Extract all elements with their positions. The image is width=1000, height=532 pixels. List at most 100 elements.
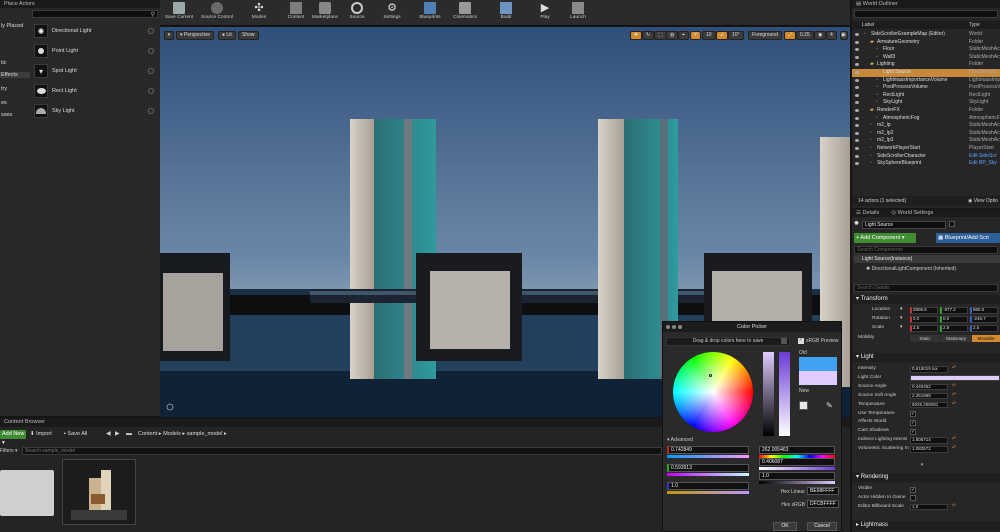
component-instance-row[interactable]: Light Source(Instance) [854,255,1000,263]
place-actors-tab[interactable]: Place Actors [0,0,160,8]
maximize-window-icon[interactable] [678,325,682,329]
category-lights[interactable]: Effects [0,72,30,78]
launch-button[interactable]: Launch [566,1,590,25]
expand-advanced-icon[interactable]: ▾ [912,462,932,468]
property-checkbox[interactable]: ✓ [910,419,916,426]
reset-to-default-icon[interactable]: ↶ [952,436,956,444]
category-geometry[interactable]: try [0,86,30,92]
add-component-button[interactable]: + Add Component ▾ [854,233,916,243]
outliner-row[interactable]: ▰ Lighting Folder [852,61,1000,69]
viewport-menu-button[interactable]: ▾ [164,31,174,40]
actor-rect-light[interactable]: Rect Light [34,82,154,100]
world-outliner-tab[interactable]: ▤ World Outliner [852,0,1000,8]
show-button[interactable]: Show [238,31,259,40]
outliner-row[interactable]: ▫ Wall3 StaticMeshAct [852,54,1000,62]
mobility-stationary[interactable]: Stationary [941,335,971,342]
modes-button[interactable]: ✣ Modes [248,1,270,25]
outliner-row[interactable]: ▫ PostProcessVolume PostProcessV [852,84,1000,92]
blueprints-button[interactable]: Blueprints [416,1,444,25]
lock-checkbox[interactable] [949,221,955,227]
color-picker-titlebar[interactable]: Color Picker [663,322,841,332]
rendering-section[interactable]: ▾ Rendering [852,473,1000,482]
camera-speed-value[interactable]: 4 [826,31,837,40]
visibility-eye-icon[interactable] [855,33,859,36]
source-button[interactable]: Source [346,1,368,25]
blueprint-button[interactable]: ▦ Blueprint/Add Scri [936,233,1000,243]
help-icon[interactable] [148,88,154,94]
property-value[interactable]: 1.806714 [910,437,948,444]
category-basic[interactable]: tic [0,60,30,66]
outliner-row[interactable]: ▫ SkySphereBlueprint Edit BP_Sky [852,160,1000,168]
world-settings-tab[interactable]: ◎ World Settings [891,209,933,217]
place-actors-search[interactable]: ⚲ [32,10,158,18]
visibility-eye-icon[interactable] [855,63,859,67]
mobility-movable[interactable]: Movable [972,335,1000,342]
outliner-row[interactable]: ▰ RenderFX Folder [852,107,1000,115]
breadcrumb-sample-model[interactable]: sample_model [187,431,223,437]
mobility-static[interactable]: Static [910,335,940,342]
actor-spot-light[interactable]: ▾ Spot Light [34,62,154,80]
advanced-toggle[interactable]: ▾ Advanced [667,437,693,443]
rotation-snap-icon[interactable]: ∠ [716,31,729,40]
dropdown-icon[interactable] [781,338,787,344]
marketplace-button[interactable]: Marketplace [310,1,340,25]
reset-to-default-icon[interactable]: ↶ [952,503,956,511]
color-theme-icon[interactable] [799,401,808,410]
visibility-eye-icon[interactable] [855,162,859,166]
rotate-tool[interactable]: ↻ [642,31,655,40]
world-local-toggle[interactable]: ◍ [666,31,679,40]
cancel-button[interactable]: Cancel [807,522,837,531]
visibility-eye-icon[interactable] [855,93,859,97]
property-value[interactable]: 0.440462 [910,383,948,391]
help-icon[interactable] [148,48,154,54]
outliner-row[interactable]: ▫ SideScrollerCharacter Edit SideScr [852,153,1000,161]
search-components-input[interactable]: Search Components [854,246,998,254]
alpha-slider[interactable] [779,352,790,436]
translate-tool[interactable]: ✥ [630,31,643,40]
actor-directional-light[interactable]: ✺ Directional Light [34,22,154,40]
actor-point-light[interactable]: Point Light [34,42,154,60]
save-all-button[interactable]: ▪ Save All [64,430,87,439]
new-color-swatch[interactable] [799,371,837,385]
search-details-input[interactable]: Search Details [854,284,998,292]
visibility-eye-icon[interactable] [855,139,859,143]
maximize-viewport-button[interactable]: ▣ [840,31,848,40]
play-button[interactable]: ▶ Play [534,1,556,25]
visibility-eye-icon[interactable] [855,101,859,105]
outliner-row[interactable]: ▫ Light Source DirectionalLi [852,69,1000,77]
outliner-row[interactable]: ▫ SkyLight SkyLight [852,99,1000,107]
visibility-eye-icon[interactable] [855,48,859,52]
visibility-eye-icon[interactable] [855,116,859,120]
outliner-row[interactable]: ▰ ArmatureGeometry Folder [852,39,1000,47]
ok-button[interactable]: OK [773,522,797,531]
add-new-button[interactable]: Add New ▾ [0,430,26,446]
visibility-eye-icon[interactable] [855,124,859,128]
category-volumes[interactable]: es [0,100,30,106]
visibility-eye-icon[interactable] [855,131,859,135]
visibility-eye-icon[interactable] [855,154,859,158]
srgb-preview-checkbox[interactable]: ✓ [798,338,804,344]
actor-name-input[interactable]: Light Source [862,221,946,229]
outliner-row[interactable]: ▫ LightmassImportanceVolume LightmassImp [852,77,1000,85]
scale-y[interactable]: 2.5 [940,325,968,332]
folder-icon[interactable]: ▬ [126,430,132,439]
surface-snap[interactable]: ⌖ [678,31,689,40]
scale-tool[interactable]: ⬚ [654,31,667,40]
saturation-field[interactable]: 0.406087 [759,458,835,466]
visibility-eye-icon[interactable] [855,147,859,150]
foreground-button[interactable]: Foreground [748,31,782,40]
saved-colors-dropzone[interactable]: Drag & drop colors here to save [666,337,790,346]
rotation-y[interactable]: 0.0 [940,316,968,323]
minimize-window-icon[interactable] [672,325,676,329]
old-color-swatch[interactable] [799,357,837,371]
blue-field[interactable]: 1.0 [667,482,749,490]
outliner-row[interactable]: ▫ m2_lp StaticMeshAct [852,122,1000,130]
scale-x[interactable]: 2.5 [910,325,938,332]
value-slider[interactable] [763,352,774,436]
eyedropper-icon[interactable]: ✎ [826,401,835,410]
lit-button[interactable]: ● Lit [218,31,236,40]
help-icon[interactable] [148,108,154,114]
light-color-swatch[interactable] [910,374,1000,382]
location-x[interactable]: 3906.6 [910,307,938,314]
color-wheel-selector[interactable] [709,374,712,377]
